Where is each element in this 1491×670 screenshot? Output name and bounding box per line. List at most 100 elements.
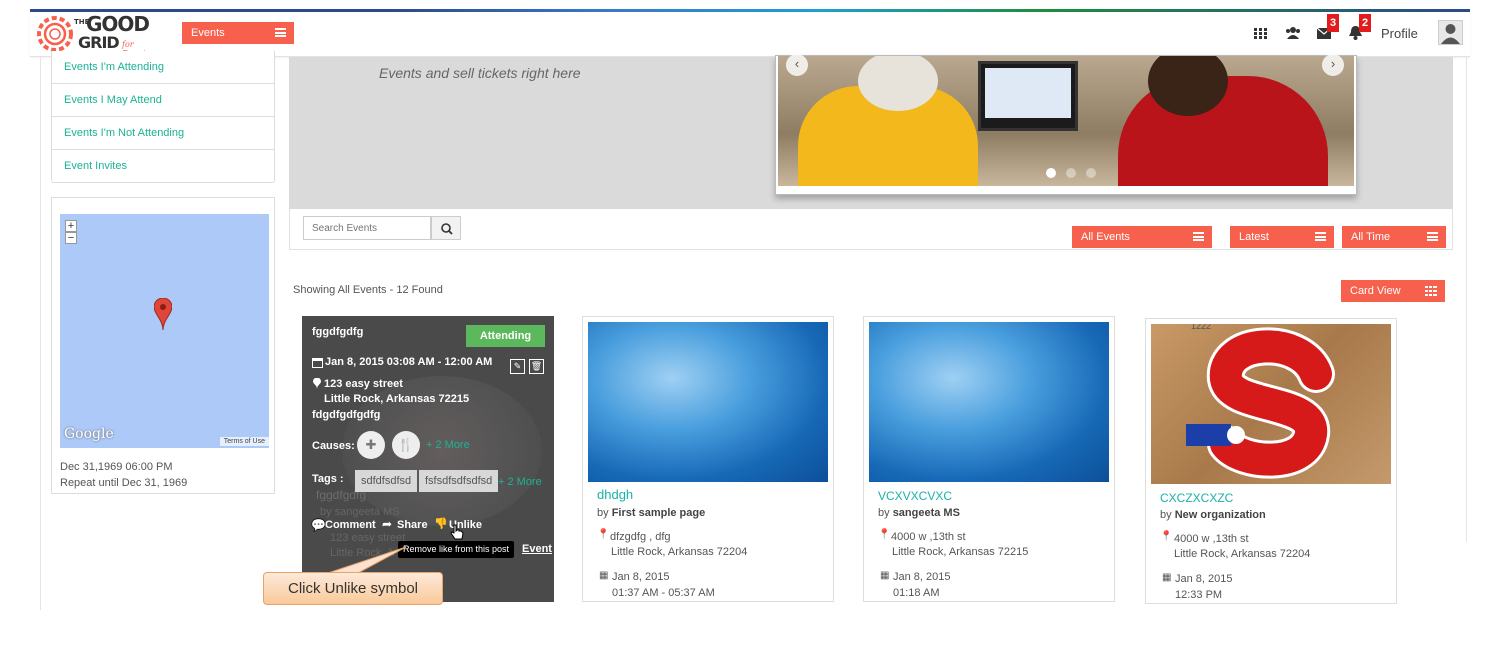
slider-dot-1[interactable] — [1046, 168, 1056, 178]
featured-description: fdgdfgdfgdfg — [312, 409, 381, 421]
event-organizer: by sangeeta MS — [878, 507, 960, 519]
logo-grid: GRID — [78, 33, 120, 52]
delete-event-button[interactable]: 🗑 — [529, 359, 544, 374]
all-time-filter[interactable]: All Time — [1342, 226, 1446, 248]
all-time-label: All Time — [1351, 231, 1391, 243]
event-time: 01:18 AM — [893, 587, 940, 599]
map-terms-link[interactable]: Terms of Use — [219, 437, 269, 446]
card-view-label: Card View — [1350, 285, 1401, 297]
location-pin-icon: 📍 — [1160, 531, 1173, 542]
featured-city: Little Rock, Arkansas 72215 — [324, 393, 470, 405]
grid-view-icon — [1425, 286, 1437, 296]
share-button[interactable]: Share — [397, 519, 428, 531]
map-zoom-out-button[interactable]: − — [65, 232, 77, 244]
results-summary: Showing All Events - 12 Found — [293, 284, 443, 296]
event-city: Little Rock, Arkansas 72204 — [611, 546, 748, 558]
featured-title[interactable]: fggdfgdfg — [312, 326, 363, 338]
sidebar-item-attending[interactable]: Events I'm Attending — [51, 51, 275, 84]
featured-date: Jan 8, 2015 03:08 AM - 12:00 AM — [325, 356, 493, 368]
event-date: Jan 8, 2015 — [1175, 573, 1233, 585]
image-caption-text: 1222 — [1191, 324, 1212, 331]
notifications-badge: 2 — [1359, 14, 1371, 32]
event-organizer: by First sample page — [597, 507, 706, 519]
user-silhouette-icon — [1441, 24, 1460, 44]
comment-icon: 💬 — [311, 518, 326, 532]
event-date: Jan 8, 2015 — [893, 571, 951, 583]
unlike-tooltip: Remove like from this post — [398, 541, 515, 558]
hero-slider: ‹ › — [775, 54, 1357, 195]
featured-street: 123 easy street — [324, 378, 403, 390]
cause-food-icon[interactable]: 🍴 — [392, 431, 420, 459]
location-pin-icon: 📍 — [597, 529, 610, 540]
causes-more-link[interactable]: + 2 More — [426, 439, 470, 451]
event-title[interactable]: dhdgh — [597, 487, 633, 502]
search-button[interactable] — [431, 216, 461, 240]
slider-prev-button[interactable]: ‹ — [786, 54, 808, 76]
list-icon — [1315, 232, 1326, 241]
all-events-filter[interactable]: All Events — [1072, 226, 1212, 248]
event-card[interactable]: dhdgh by First sample page 📍 dfzgdfg , d… — [582, 316, 834, 602]
event-city: Little Rock, Arkansas 72215 — [892, 546, 1029, 558]
event-image[interactable] — [588, 322, 828, 482]
map-repeat-text: Repeat until Dec 31, 1969 — [60, 477, 188, 489]
attending-badge[interactable]: Attending — [466, 325, 545, 347]
callout-box: Click Unlike symbol — [263, 572, 443, 605]
event-link[interactable]: Event — [522, 543, 552, 555]
cause-ambulance-icon[interactable]: ✚ — [357, 431, 385, 459]
search-icon — [441, 223, 453, 235]
calendar-icon — [312, 358, 323, 368]
map-zoom-in-button[interactable]: + — [65, 220, 77, 232]
sidebar-item-invites[interactable]: Event Invites — [51, 150, 275, 183]
sidebar-item-not-attending[interactable]: Events I'm Not Attending — [51, 117, 275, 150]
event-card[interactable]: 1222 CXCZXCXZC by New organization 📍 400… — [1145, 318, 1397, 604]
event-map[interactable]: + − Google Terms of Use — [60, 214, 269, 448]
slider-dot-2[interactable] — [1066, 168, 1076, 178]
photo-laptop — [978, 61, 1078, 131]
list-icon — [1427, 232, 1438, 241]
slider-photo — [778, 56, 1354, 186]
event-image[interactable]: 1222 — [1151, 324, 1391, 484]
sidebar-item-may-attend[interactable]: Events I May Attend — [51, 84, 275, 117]
event-card[interactable]: VCXVXCVXC by sangeeta MS 📍 4000 w ,13th … — [863, 316, 1115, 602]
hamburger-icon — [275, 28, 286, 37]
logo[interactable]: THE GOOD GRID for Reentry — [34, 14, 164, 58]
hero-banner: Events and sell tickets right here ‹ › — [289, 54, 1453, 209]
location-pin-icon — [313, 378, 321, 389]
map-marker-icon[interactable] — [154, 298, 172, 330]
avatar[interactable] — [1438, 20, 1463, 45]
edit-icon: ✎ — [513, 361, 522, 371]
list-icon — [1193, 232, 1204, 241]
events-menu-button[interactable]: Events — [182, 22, 294, 44]
location-pin-icon: 📍 — [878, 529, 891, 540]
messages-badge: 3 — [1327, 14, 1339, 32]
search-events-input[interactable] — [303, 216, 431, 240]
event-city: Little Rock, Arkansas 72204 — [1174, 548, 1311, 560]
slider-next-button[interactable]: › — [1322, 54, 1344, 76]
latest-filter[interactable]: Latest — [1230, 226, 1334, 248]
slider-dot-3[interactable] — [1086, 168, 1096, 178]
event-title[interactable]: CXCZXCXZC — [1160, 491, 1233, 505]
gear-logo-icon — [37, 16, 73, 52]
apps-grid-icon[interactable] — [1254, 28, 1267, 39]
event-title[interactable]: VCXVXCVXC — [878, 489, 952, 503]
edit-event-button[interactable]: ✎ — [510, 359, 525, 374]
event-street: 4000 w ,13th st — [1174, 533, 1249, 545]
calendar-icon: ▦ — [880, 570, 890, 581]
causes-label: Causes: — [312, 440, 355, 452]
event-organizer: by New organization — [1160, 509, 1266, 521]
tag-chip[interactable]: sdfdfsdfsd — [355, 470, 418, 492]
ghost-street: 123 easy street — [330, 532, 406, 544]
card-view-button[interactable]: Card View — [1341, 280, 1445, 302]
event-image[interactable] — [869, 322, 1109, 482]
filter-bar: All Events Latest All Time — [289, 209, 1453, 250]
event-street: 4000 w ,13th st — [891, 531, 966, 543]
tag-chip[interactable]: fsfsdfsdfsdfsd — [419, 470, 499, 492]
felt-letter-s-image — [1186, 327, 1335, 479]
all-events-label: All Events — [1081, 231, 1130, 243]
event-date: Jan 8, 2015 — [612, 571, 670, 583]
comment-button[interactable]: Comment — [325, 519, 376, 531]
profile-link[interactable]: Profile — [1381, 26, 1418, 41]
tags-more-link[interactable]: + 2 More — [498, 476, 542, 488]
users-group-icon[interactable] — [1285, 26, 1301, 39]
thumbs-down-icon[interactable]: 👎 — [434, 517, 448, 530]
